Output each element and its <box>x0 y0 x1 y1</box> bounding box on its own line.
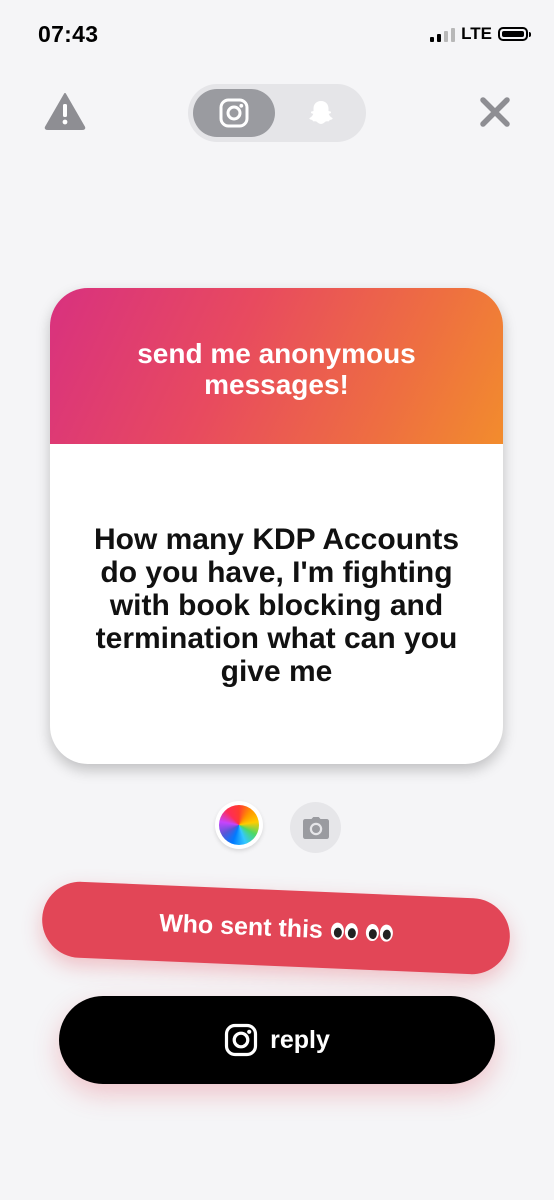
who-sent-this-button[interactable]: Who sent this <box>40 880 512 976</box>
question-card: send me anonymous messages! How many KDP… <box>50 288 503 764</box>
toggle-snapchat[interactable] <box>280 89 361 137</box>
signal-icon <box>430 26 456 42</box>
reply-label: reply <box>270 1025 330 1054</box>
instagram-icon <box>225 1023 258 1057</box>
color-picker-button[interactable] <box>215 801 263 849</box>
status-indicators: LTE <box>430 24 531 44</box>
card-body: How many KDP Accounts do you have, I'm f… <box>50 444 503 764</box>
eyes-emoji-icon <box>330 921 359 940</box>
eyes-emoji-icon <box>365 923 394 942</box>
card-title: send me anonymous messages! <box>137 338 416 400</box>
close-button[interactable] <box>474 91 516 133</box>
report-button[interactable] <box>44 92 86 130</box>
toggle-instagram[interactable] <box>193 89 275 137</box>
instagram-icon <box>219 98 249 128</box>
network-label: LTE <box>461 24 492 43</box>
snapchat-ghost-icon <box>308 101 333 124</box>
question-text: How many KDP Accounts do you have, I'm f… <box>93 522 460 688</box>
warning-triangle-icon <box>44 93 86 130</box>
camera-button[interactable] <box>290 802 341 853</box>
who-sent-label: Who sent this <box>158 908 324 944</box>
platform-toggle <box>188 84 366 142</box>
battery-icon <box>498 27 531 41</box>
status-bar: 07:43 LTE <box>0 0 554 70</box>
card-header: send me anonymous messages! <box>50 288 503 444</box>
camera-icon <box>302 816 329 839</box>
reply-button[interactable]: reply <box>59 996 495 1084</box>
close-x-icon <box>480 97 510 127</box>
top-bar <box>0 82 554 142</box>
color-wheel-icon <box>219 805 259 845</box>
status-time: 07:43 <box>38 21 99 47</box>
